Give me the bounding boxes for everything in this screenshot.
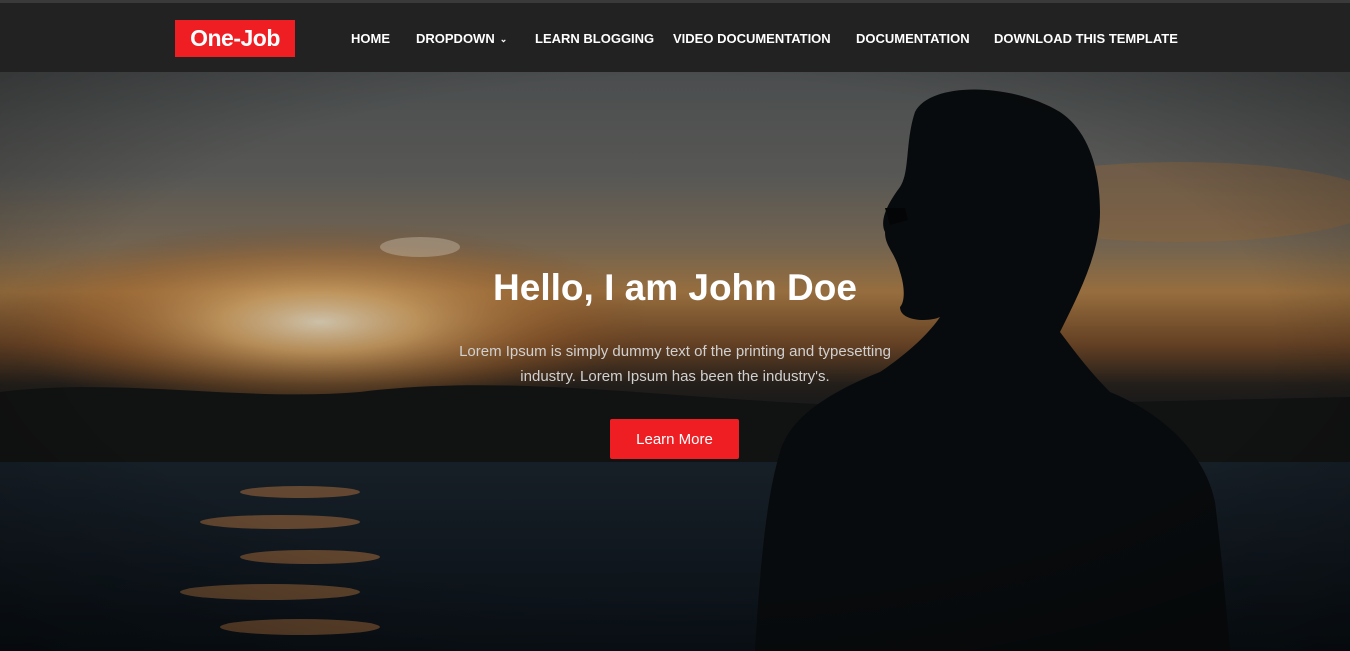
nav-item-learn-blogging[interactable]: LEARN BLOGGING: [535, 29, 654, 49]
nav-item-dropdown[interactable]: DROPDOWN ⌄: [416, 29, 507, 49]
nav-item-documentation[interactable]: DOCUMENTATION: [856, 29, 970, 49]
hero-title: Hello, I am John Doe: [493, 267, 857, 308]
nav-item-video-documentation[interactable]: VIDEO DOCUMENTATION: [673, 29, 831, 49]
nav-item-home[interactable]: HOME: [351, 29, 390, 49]
nav-item-label: VIDEO DOCUMENTATION: [673, 31, 831, 46]
nav-item-label: DOCUMENTATION: [856, 31, 970, 46]
hero-section: Hello, I am John Doe Lorem Ipsum is simp…: [0, 72, 1350, 651]
navbar: One-Job HOME DROPDOWN ⌄ LEARN BLOGGING VI…: [0, 3, 1350, 72]
main-menu: HOME DROPDOWN ⌄ LEARN BLOGGING VIDEO DOCU…: [0, 29, 1350, 49]
nav-item-label: HOME: [351, 31, 390, 46]
nav-item-download-template[interactable]: DOWNLOAD THIS TEMPLATE: [994, 29, 1178, 49]
nav-item-label: LEARN BLOGGING: [535, 31, 655, 46]
hero-description-line: industry. Lorem Ipsum has been the indus…: [520, 368, 830, 385]
hero-description: Lorem Ipsum is simply dummy text of the …: [425, 339, 925, 389]
hero-description-line: Lorem Ipsum is simply dummy text of the …: [459, 343, 891, 360]
learn-more-button[interactable]: Learn More: [610, 419, 739, 459]
hero-content: Hello, I am John Doe Lorem Ipsum is simp…: [0, 72, 1350, 651]
nav-item-label: DOWNLOAD THIS TEMPLATE: [994, 31, 1178, 46]
nav-item-label: DROPDOWN: [416, 31, 495, 46]
chevron-down-icon: ⌄: [499, 34, 508, 44]
